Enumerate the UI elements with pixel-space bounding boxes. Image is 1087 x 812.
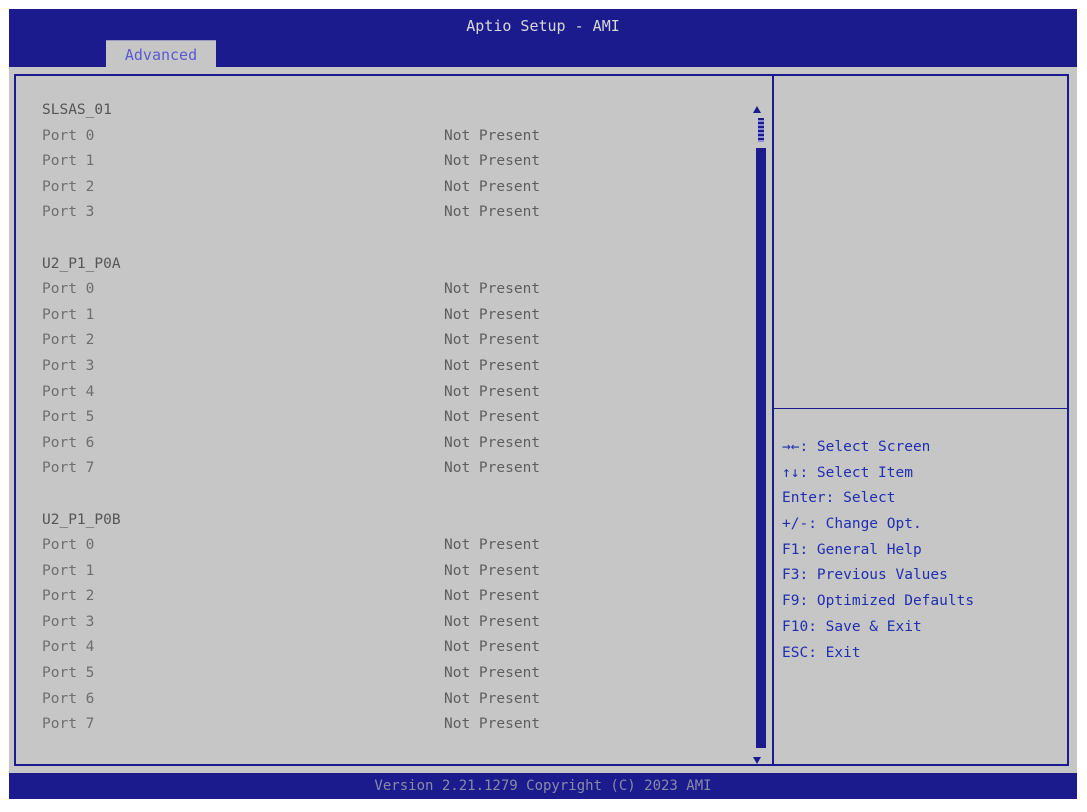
group-name: SLSAS_01 xyxy=(42,102,112,118)
port-label: Port 7 xyxy=(42,460,95,477)
tab-advanced[interactable]: Advanced xyxy=(106,40,216,68)
bios-screen: Aptio Setup - AMI Advanced SLSAS_01 Port … xyxy=(9,9,1077,799)
port-row: Port 7 Not Present xyxy=(31,456,751,482)
port-status: Not Present xyxy=(444,204,541,221)
group-header: SLSAS_01 xyxy=(31,98,751,124)
port-label: Port 6 xyxy=(42,434,95,451)
title-bar: Aptio Setup - AMI Advanced xyxy=(9,9,1077,68)
help-panel: →←: Select Screen ↑↓: Select Item Enter: S… xyxy=(782,435,1067,666)
port-row: Port 3 Not Present xyxy=(31,200,751,226)
port-status: Not Present xyxy=(444,613,541,630)
port-status: Not Present xyxy=(444,460,541,477)
port-status: Not Present xyxy=(444,357,541,374)
port-status: Not Present xyxy=(444,383,541,400)
help-key-line: F9: Optimized Defaults xyxy=(782,593,975,610)
port-row: Port 0 Not Present xyxy=(31,533,751,559)
port-row: Port 1 Not Present xyxy=(31,303,751,329)
group-name: U2_P1_P0B xyxy=(42,511,121,528)
group-name: U2_P1_P0A xyxy=(42,255,121,272)
port-row: Port 2 Not Present xyxy=(31,175,751,201)
port-list: SLSAS_01 Port 0 Not Present Port 1 Not Prese… xyxy=(31,98,751,738)
port-status: Not Present xyxy=(444,306,541,323)
help-key-line: →←: Select Screen xyxy=(782,439,931,455)
port-row: Port 0 Not Present xyxy=(31,277,751,303)
port-label: Port 3 xyxy=(42,613,95,630)
port-status: Not Present xyxy=(444,639,541,656)
port-row: Port 1 Not Present xyxy=(31,559,751,585)
help-divider xyxy=(774,408,1069,409)
group-header: U2_P1_P0A xyxy=(31,252,751,278)
port-row: Port 7 Not Present xyxy=(31,712,751,738)
port-label: Port 0 xyxy=(42,281,95,298)
group-header: U2_P1_P0B xyxy=(31,508,751,534)
port-status: Not Present xyxy=(444,537,541,554)
port-status: Not Present xyxy=(444,332,541,349)
port-label: Port 3 xyxy=(42,357,95,374)
help-key-line: Enter: Select xyxy=(782,490,896,507)
port-label: Port 5 xyxy=(42,665,95,682)
port-label: Port 0 xyxy=(42,127,95,144)
footer-bar: Version 2.21.1279 Copyright (C) 2023 AMI xyxy=(9,773,1077,799)
port-row: Port 5 Not Present xyxy=(31,405,751,431)
port-row: Port 4 Not Present xyxy=(31,380,751,406)
port-label: Port 4 xyxy=(42,639,95,656)
port-label: Port 2 xyxy=(42,332,95,349)
port-status: Not Present xyxy=(444,178,541,195)
port-row: Port 2 Not Present xyxy=(31,584,751,610)
port-status: Not Present xyxy=(444,562,541,579)
port-label: Port 1 xyxy=(42,306,95,323)
scrollbar-thumb[interactable] xyxy=(756,118,766,748)
panel-divider xyxy=(772,74,774,766)
port-row: Port 0 Not Present xyxy=(31,124,751,150)
port-status: Not Present xyxy=(444,409,541,426)
version-text: Version 2.21.1279 Copyright (C) 2023 AMI xyxy=(374,778,712,794)
port-status: Not Present xyxy=(444,716,541,733)
port-row: Port 5 Not Present xyxy=(31,661,751,687)
port-row: Port 3 Not Present xyxy=(31,354,751,380)
port-status: Not Present xyxy=(444,665,541,682)
port-status: Not Present xyxy=(444,127,541,144)
help-key-line: ESC: Exit xyxy=(782,644,861,661)
port-label: Port 2 xyxy=(42,178,95,195)
help-key-line: F10: Save & Exit xyxy=(782,618,922,635)
port-status: Not Present xyxy=(444,153,541,170)
port-row: Port 3 Not Present xyxy=(31,610,751,636)
port-row: Port 1 Not Present xyxy=(31,149,751,175)
scrollbar-grip xyxy=(758,118,764,142)
help-key-line: F1: General Help xyxy=(782,541,922,558)
port-label: Port 6 xyxy=(42,690,95,707)
help-key-line: ↑↓: Select Item xyxy=(782,464,913,481)
port-label: Port 1 xyxy=(42,562,95,579)
port-label: Port 3 xyxy=(42,204,95,221)
port-status: Not Present xyxy=(444,690,541,707)
port-row: Port 2 Not Present xyxy=(31,328,751,354)
port-label: Port 5 xyxy=(42,409,95,426)
port-row: Port 6 Not Present xyxy=(31,687,751,713)
port-status: Not Present xyxy=(444,281,541,298)
scroll-down-arrow-icon[interactable] xyxy=(753,757,761,764)
port-label: Port 1 xyxy=(42,153,95,170)
port-status: Not Present xyxy=(444,434,541,451)
port-row: Port 4 Not Present xyxy=(31,635,751,661)
help-key-line: +/-: Change Opt. xyxy=(782,516,922,533)
port-status: Not Present xyxy=(444,588,541,605)
window-title: Aptio Setup - AMI xyxy=(466,17,620,35)
port-label: Port 0 xyxy=(42,537,95,554)
main-panel: SLSAS_01 Port 0 Not Present Port 1 Not Prese… xyxy=(9,67,1077,773)
port-label: Port 4 xyxy=(42,383,95,400)
port-row: Port 6 Not Present xyxy=(31,431,751,457)
port-label: Port 7 xyxy=(42,716,95,733)
help-key-line: F3: Previous Values xyxy=(782,567,948,584)
port-label: Port 2 xyxy=(42,588,95,605)
scroll-up-arrow-icon[interactable] xyxy=(753,106,761,113)
